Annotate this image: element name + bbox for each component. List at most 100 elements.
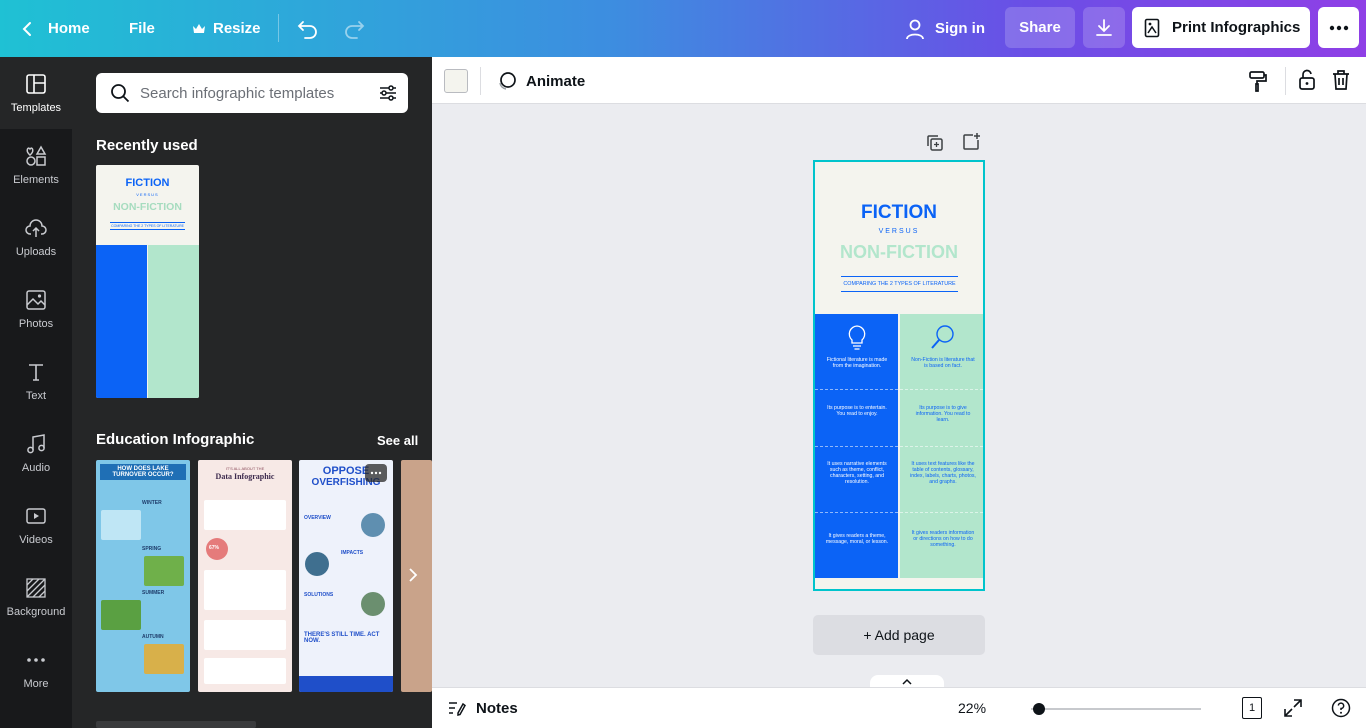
filter-icon[interactable] xyxy=(378,83,398,103)
fullscreen-button[interactable] xyxy=(1283,698,1303,718)
chevron-left-icon xyxy=(22,21,31,36)
paint-roller-icon xyxy=(1249,71,1267,92)
resize-button[interactable]: Resize xyxy=(192,0,261,57)
thumb-more-button[interactable] xyxy=(365,464,387,482)
scroll-right-button[interactable] xyxy=(401,561,425,589)
divider xyxy=(1285,67,1286,95)
editor-footer: Notes 22% 1 xyxy=(432,687,1366,728)
thumb-right-column xyxy=(148,245,199,398)
editor-toolbar: Animate xyxy=(432,57,1366,104)
rail-item-uploads[interactable]: Uploads xyxy=(0,201,72,273)
copy-style-button[interactable] xyxy=(1247,70,1269,92)
download-button[interactable] xyxy=(1083,7,1125,48)
zoom-slider-track[interactable] xyxy=(1031,708,1201,710)
expand-icon xyxy=(1284,699,1302,717)
undo-button[interactable] xyxy=(297,0,319,57)
template-lake-turnover[interactable]: HOW DOES LAKE TURNOVER OCCUR? WINTER SPR… xyxy=(96,460,190,692)
print-product-icon xyxy=(1144,18,1160,37)
divider xyxy=(480,67,481,95)
chevron-up-icon xyxy=(902,678,912,685)
lake-illustration xyxy=(101,510,141,540)
add-page-label: + Add page xyxy=(863,627,935,643)
lightbulb-icon xyxy=(848,325,866,350)
rail-item-templates[interactable]: Templates xyxy=(0,57,72,129)
add-page-icon xyxy=(963,133,980,150)
data-card xyxy=(204,570,286,610)
lock-button[interactable] xyxy=(1297,69,1317,91)
nonfiction-point-2: Its purpose is to give information. You … xyxy=(915,405,971,423)
home-label: Home xyxy=(48,20,90,37)
rail-item-videos[interactable]: Videos xyxy=(0,489,72,561)
rail-label: Templates xyxy=(10,102,62,114)
fish-section-label: IMPACTS xyxy=(341,550,364,556)
zoom-slider-handle[interactable] xyxy=(1033,703,1045,715)
more-icon xyxy=(27,658,45,662)
delete-button[interactable] xyxy=(1331,69,1351,91)
notes-button[interactable]: Notes xyxy=(446,698,518,718)
chevron-right-icon xyxy=(409,568,418,582)
thumb-subtitle: COMPARING THE 2 TYPES OF LITERATURE xyxy=(110,222,185,230)
file-menu[interactable]: File xyxy=(129,0,155,57)
search-icon xyxy=(111,84,130,103)
row-divider xyxy=(815,446,983,447)
template-data-infographic[interactable]: IT'S ALL ABOUT THE Data Infographic 67% xyxy=(198,460,292,692)
home-button[interactable]: Home xyxy=(20,0,90,57)
page-count: 1 xyxy=(1248,702,1256,714)
animate-button[interactable]: Animate xyxy=(496,69,585,93)
nonfiction-point-3: It uses text features like the table of … xyxy=(910,461,976,485)
rail-item-background[interactable]: Background xyxy=(0,561,72,633)
search-box[interactable]: Search infographic templates xyxy=(96,73,408,113)
data-card xyxy=(204,620,286,650)
fish-photo xyxy=(305,552,329,576)
rail-item-photos[interactable]: Photos xyxy=(0,273,72,345)
data-pct: 67% xyxy=(209,545,220,551)
photos-icon xyxy=(26,290,46,310)
next-section-title xyxy=(96,721,256,728)
audio-icon xyxy=(27,434,45,454)
design-versus: VERSUS xyxy=(878,228,920,235)
search-input[interactable]: Search infographic templates xyxy=(140,85,334,102)
print-infographics-button[interactable]: Print Infographics xyxy=(1132,7,1310,48)
page-count-button[interactable]: 1 xyxy=(1242,697,1262,719)
rail-item-more[interactable]: More xyxy=(0,633,72,705)
add-page-icon-button[interactable] xyxy=(961,132,981,152)
sign-in-button[interactable]: Sign in xyxy=(905,0,985,57)
redo-icon xyxy=(345,20,365,39)
rail-label: Photos xyxy=(18,318,54,330)
more-options-button[interactable] xyxy=(1318,7,1359,48)
lake-illustration xyxy=(144,644,184,674)
help-button[interactable] xyxy=(1331,698,1351,718)
redo-button[interactable] xyxy=(343,0,365,57)
recent-template-thumbnail[interactable]: FICTION VERSUS NON-FICTION COMPARING THE… xyxy=(96,165,199,398)
add-page-button[interactable]: + Add page xyxy=(813,615,985,655)
rail-label: Audio xyxy=(21,462,51,474)
see-all-link[interactable]: See all xyxy=(377,433,418,448)
rail-label: Background xyxy=(6,606,66,618)
rail-label: Elements xyxy=(13,174,59,186)
unlock-icon xyxy=(1299,69,1315,90)
fish-photo xyxy=(361,592,385,616)
row-divider xyxy=(815,389,983,390)
nonfiction-point-1: Non-Fiction is literature that is based … xyxy=(911,357,975,369)
rail-item-audio[interactable]: Audio xyxy=(0,417,72,489)
design-page[interactable]: FICTION VERSUS NON-FICTION COMPARING THE… xyxy=(813,160,985,591)
rail-label: Uploads xyxy=(15,246,57,258)
trash-icon xyxy=(1333,70,1349,90)
share-button[interactable]: Share xyxy=(1005,7,1075,48)
fish-section-label: OVERVIEW xyxy=(304,515,331,521)
data-card xyxy=(204,500,286,530)
rail-item-text[interactable]: Text xyxy=(0,345,72,417)
side-rail: Templates Elements Uploads Photos Text A… xyxy=(0,57,72,728)
duplicate-page-button[interactable] xyxy=(925,133,945,153)
season-label: SUMMER xyxy=(142,590,165,596)
rail-item-elements[interactable]: Elements xyxy=(0,129,72,201)
file-label: File xyxy=(129,20,155,37)
animate-label: Animate xyxy=(526,72,586,90)
background-color-swatch[interactable] xyxy=(444,69,468,93)
user-icon xyxy=(906,19,924,39)
resize-label: Resize xyxy=(213,20,261,37)
fish-cta: THERE'S STILL TIME. ACT NOW. xyxy=(304,632,380,644)
elements-icon xyxy=(26,145,47,166)
download-icon xyxy=(1096,18,1112,36)
template-oppose-overfishing[interactable]: OPPOSE OVERFISHING OVERVIEW IMPACTS SOLU… xyxy=(299,460,393,692)
